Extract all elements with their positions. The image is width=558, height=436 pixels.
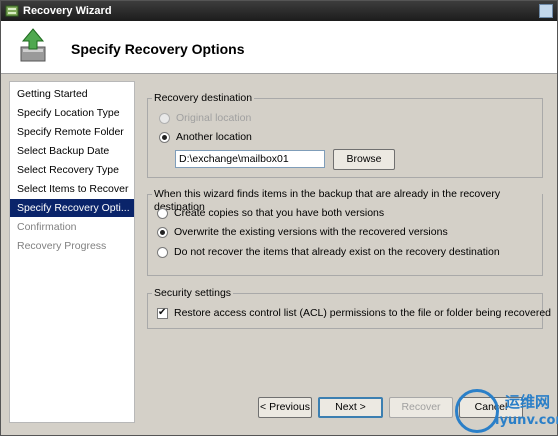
watermark-logo-icon: [455, 389, 499, 433]
window-title: Recovery Wizard: [23, 5, 112, 17]
restore-acl-label[interactable]: Restore access control list (ACL) permis…: [174, 307, 551, 320]
recovery-arrow-icon: [20, 28, 46, 62]
window-control-button[interactable]: [539, 4, 553, 18]
nav-step-select-backup-date[interactable]: Select Backup Date: [10, 142, 134, 160]
security-settings-label: Security settings: [152, 287, 234, 300]
recovery-wizard-window: Recovery Wizard Specify Recovery Options…: [0, 0, 558, 436]
next-button[interactable]: Next >: [318, 397, 383, 418]
another-location-label[interactable]: Another location: [176, 131, 252, 144]
recovery-destination-group: Recovery destination Original location A…: [147, 92, 543, 178]
browse-button[interactable]: Browse: [333, 149, 395, 170]
original-location-radio: [159, 113, 170, 124]
security-settings-group: Security settings Restore access control…: [147, 287, 551, 329]
watermark-url-text: iyunv.com: [495, 413, 558, 428]
watermark-cn-text: 运维网: [505, 393, 551, 411]
nav-step-getting-started[interactable]: Getting Started: [10, 85, 134, 103]
recover-button: Recover: [389, 397, 453, 418]
do-not-recover-radio[interactable]: [157, 247, 168, 258]
site-watermark: 运维网 iyunv.com: [455, 389, 558, 436]
original-location-label: Original location: [176, 112, 252, 124]
existing-items-group: When this wizard finds items in the back…: [147, 188, 543, 276]
create-copies-label[interactable]: Create copies so that you have both vers…: [174, 207, 384, 220]
overwrite-radio[interactable]: [157, 227, 168, 238]
create-copies-radio[interactable]: [157, 208, 168, 219]
another-location-radio[interactable]: [159, 132, 170, 143]
nav-step-select-items[interactable]: Select Items to Recover: [10, 180, 134, 198]
server-backup-icon: [5, 5, 19, 17]
nav-step-specify-recovery-options[interactable]: Specify Recovery Opti...: [10, 199, 134, 217]
overwrite-label[interactable]: Overwrite the existing versions with the…: [174, 226, 448, 239]
nav-step-specify-remote-folder[interactable]: Specify Remote Folder: [10, 123, 134, 141]
nav-step-recovery-progress: Recovery Progress: [17, 240, 107, 252]
nav-step-specify-location-type[interactable]: Specify Location Type: [10, 104, 134, 122]
previous-button[interactable]: < Previous: [258, 397, 312, 418]
wizard-header: Specify Recovery Options: [1, 21, 557, 74]
options-panel: Recovery destination Original location A…: [137, 81, 551, 423]
nav-step-select-recovery-type[interactable]: Select Recovery Type: [10, 161, 134, 179]
title-bar: Recovery Wizard: [1, 1, 557, 21]
page-title: Specify Recovery Options: [71, 41, 245, 57]
wizard-steps-nav: Getting Started Specify Location Type Sp…: [9, 81, 135, 423]
restore-acl-checkbox[interactable]: [157, 307, 168, 319]
nav-step-confirmation: Confirmation: [17, 221, 77, 233]
destination-path-input[interactable]: D:\exchange\mailbox01: [175, 150, 325, 168]
do-not-recover-label[interactable]: Do not recover the items that already ex…: [174, 246, 500, 259]
recovery-destination-label: Recovery destination: [152, 92, 255, 105]
